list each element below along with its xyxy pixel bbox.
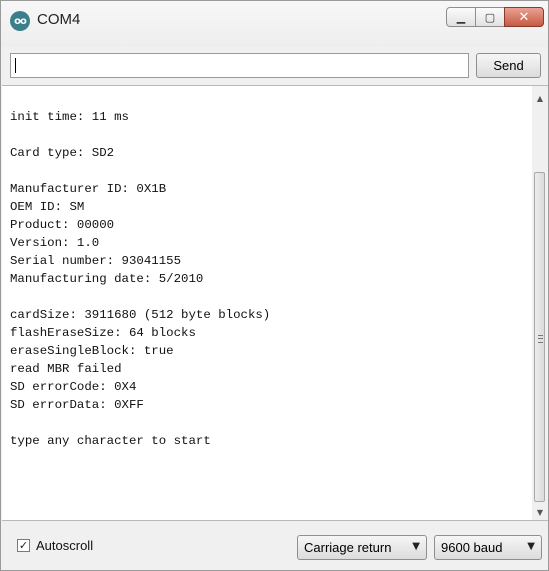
chevron-down-icon: ▼ xyxy=(527,541,535,552)
scroll-thumb[interactable] xyxy=(534,172,545,502)
text-caret xyxy=(15,58,16,73)
output-line: init time: 11 ms xyxy=(10,110,129,124)
minimize-button[interactable]: ▁ xyxy=(446,7,476,27)
grip-icon xyxy=(538,335,543,343)
send-row: Send xyxy=(10,53,541,79)
status-bar: ✓ Autoscroll Carriage return ▼ 9600 baud… xyxy=(1,529,548,570)
serial-output[interactable]: - -init time: 11 msCard type: SD2Manufac… xyxy=(2,85,532,521)
serial-monitor-window: oo COM4 ▁ ▢ ✕ Send - -init time: 11 msCa… xyxy=(0,0,549,571)
send-button[interactable]: Send xyxy=(476,53,541,78)
output-line: type any character to start xyxy=(10,434,211,448)
output-line: flashEraseSize: 64 blocks xyxy=(10,326,196,340)
arduino-icon: oo xyxy=(10,11,30,31)
output-line: Product: 00000 xyxy=(10,218,115,232)
close-button[interactable]: ✕ xyxy=(504,7,544,27)
vertical-scrollbar[interactable]: ▲ ▼ xyxy=(532,85,548,521)
autoscroll-control[interactable]: ✓ Autoscroll xyxy=(17,538,93,553)
scroll-up-icon[interactable]: ▲ xyxy=(532,90,548,106)
output-line: SD errorCode: 0X4 xyxy=(10,380,137,394)
output-line: OEM ID: SM xyxy=(10,200,85,214)
chevron-down-icon: ▼ xyxy=(412,541,420,552)
serial-input[interactable] xyxy=(10,53,469,78)
output-line: Manufacturer ID: 0X1B xyxy=(10,182,167,196)
maximize-button[interactable]: ▢ xyxy=(475,7,505,27)
output-line: cardSize: 3911680 (512 byte blocks) xyxy=(10,308,271,322)
baud-rate-value: 9600 baud xyxy=(441,540,503,555)
output-line: Card type: SD2 xyxy=(10,146,115,160)
output-line: Serial number: 93041155 xyxy=(10,254,182,268)
line-ending-value: Carriage return xyxy=(304,540,392,555)
autoscroll-label: Autoscroll xyxy=(36,538,94,553)
output-line: Version: 1.0 xyxy=(10,236,100,250)
output-line: Manufacturing date: 5/2010 xyxy=(10,272,204,286)
window-controls: ▁ ▢ ✕ xyxy=(446,7,544,29)
output-line: eraseSingleBlock: true xyxy=(10,344,174,358)
autoscroll-checkbox[interactable]: ✓ xyxy=(17,539,30,552)
scroll-down-icon[interactable]: ▼ xyxy=(532,504,548,520)
line-ending-select[interactable]: Carriage return ▼ xyxy=(297,535,427,560)
output-lines: - -init time: 11 msCard type: SD2Manufac… xyxy=(10,86,271,450)
output-line: SD errorData: 0XFF xyxy=(10,398,144,412)
window-title: COM4 xyxy=(37,11,81,28)
output-line: read MBR failed xyxy=(10,362,122,376)
title-bar[interactable]: oo COM4 ▁ ▢ ✕ xyxy=(1,1,548,47)
baud-rate-select[interactable]: 9600 baud ▼ xyxy=(434,535,542,560)
